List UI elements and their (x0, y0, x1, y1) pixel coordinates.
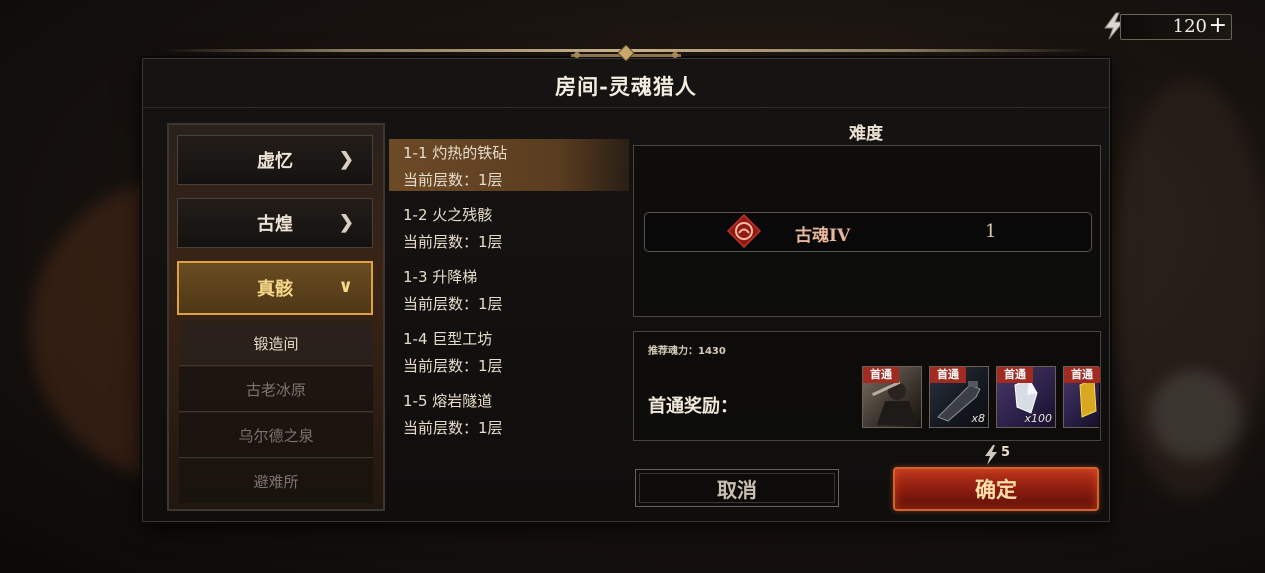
reward-tag: 首通 (1064, 367, 1100, 383)
chapter-button-xuyi[interactable]: 虚忆 ❯ (177, 135, 373, 185)
reward-panel: 推荐魂力：1430 首通奖励： 首通 首通 x8 首通 x100 首通 (633, 331, 1101, 441)
sub-item-label: 锻造间 (253, 334, 299, 353)
level-item[interactable]: 1-3 升降梯 当前层数：1层 (389, 263, 629, 315)
difficulty-panel: 古魂IV 1 (633, 145, 1101, 317)
energy-counter: 120 + (1100, 10, 1232, 42)
chevron-down-icon: ∨ (338, 276, 353, 297)
reward-item[interactable]: 首通 x100 (996, 366, 1056, 428)
level-floor: 当前层数：1层 (403, 171, 503, 189)
level-name: 1-4 巨型工坊 (403, 330, 493, 348)
reward-item[interactable]: 首通 x8 (929, 366, 989, 428)
reward-item-list: 首通 首通 x8 首通 x100 首通 (862, 366, 1100, 430)
reward-item[interactable]: 首通 (1063, 366, 1100, 428)
level-floor: 当前层数：1层 (403, 357, 503, 375)
reward-item[interactable]: 首通 (862, 366, 922, 428)
sub-item-ancient-icefield[interactable]: 古老冰原 (179, 367, 373, 412)
level-item[interactable]: 1-1 灼热的铁砧 当前层数：1层 (389, 139, 629, 191)
chapter-label: 虚忆 (257, 151, 293, 172)
chapter-button-guhuang[interactable]: 古煌 ❯ (177, 198, 373, 248)
level-name: 1-5 熔岩隧道 (403, 392, 493, 410)
cancel-button[interactable]: 取消 (635, 469, 839, 507)
reward-tag: 首通 (930, 367, 966, 383)
level-item[interactable]: 1-4 巨型工坊 当前层数：1层 (389, 325, 629, 377)
cancel-button-label: 取消 (639, 473, 835, 503)
soul-rank-icon (727, 214, 761, 248)
page-title: 房间-灵魂猎人 (555, 74, 697, 99)
first-clear-reward-label: 首通奖励： (648, 396, 738, 417)
reward-quantity: x100 (1024, 412, 1052, 425)
energy-box: 120 + (1120, 13, 1232, 40)
confirm-button[interactable]: 确定 (893, 467, 1099, 511)
difficulty-value: 1 (985, 221, 997, 242)
energy-cost-value: 5 (1001, 445, 1011, 460)
sub-item-label: 古老冰原 (245, 380, 306, 399)
level-name: 1-3 升降梯 (403, 268, 478, 286)
chevron-right-icon: ❯ (338, 212, 354, 233)
sub-item-forge[interactable]: 锻造间 (179, 321, 373, 366)
add-energy-button[interactable]: + (1209, 13, 1227, 38)
level-item[interactable]: 1-2 火之残骸 当前层数：1层 (389, 201, 629, 253)
chapter-list: 虚忆 ❯ 古煌 ❯ 真骸 ∨ 锻造间 古老冰原 乌尔德之泉 避难所 (167, 123, 385, 511)
level-name: 1-2 火之残骸 (403, 206, 493, 224)
lightning-icon (985, 445, 997, 465)
title-divider (143, 107, 1109, 108)
reward-quantity: x8 (971, 412, 985, 425)
difficulty-heading: 难度 (849, 124, 883, 144)
sub-item-label: 避难所 (253, 472, 299, 491)
chevron-right-icon: ❯ (338, 149, 354, 170)
difficulty-name: 古魂IV (795, 226, 851, 246)
background-glow (1150, 370, 1240, 460)
energy-value: 120 (1172, 16, 1207, 37)
level-item[interactable]: 1-5 熔岩隧道 当前层数：1层 (389, 387, 629, 439)
reward-tag: 首通 (863, 367, 899, 383)
level-floor: 当前层数：1层 (403, 419, 503, 437)
sub-item-urd-spring[interactable]: 乌尔德之泉 (179, 413, 373, 458)
reward-tag: 首通 (997, 367, 1033, 383)
room-dialog: 房间-灵魂猎人 虚忆 ❯ 古煌 ❯ 真骸 ∨ 锻造间 古老冰原 乌尔德之泉 避难… (142, 45, 1110, 522)
chapter-label: 真骸 (257, 279, 293, 300)
ornament-icon (571, 45, 681, 61)
recommended-power: 推荐魂力：1430 (648, 346, 726, 357)
level-floor: 当前层数：1层 (403, 295, 503, 313)
sub-item-shelter[interactable]: 避难所 (179, 459, 373, 503)
level-name: 1-1 灼热的铁砧 (403, 144, 508, 162)
chapter-label: 古煌 (257, 214, 293, 235)
chapter-button-zhenhai[interactable]: 真骸 ∨ (177, 261, 373, 315)
level-floor: 当前层数：1层 (403, 233, 503, 251)
sub-item-label: 乌尔德之泉 (238, 426, 314, 445)
difficulty-selector[interactable]: 古魂IV 1 (644, 212, 1092, 252)
